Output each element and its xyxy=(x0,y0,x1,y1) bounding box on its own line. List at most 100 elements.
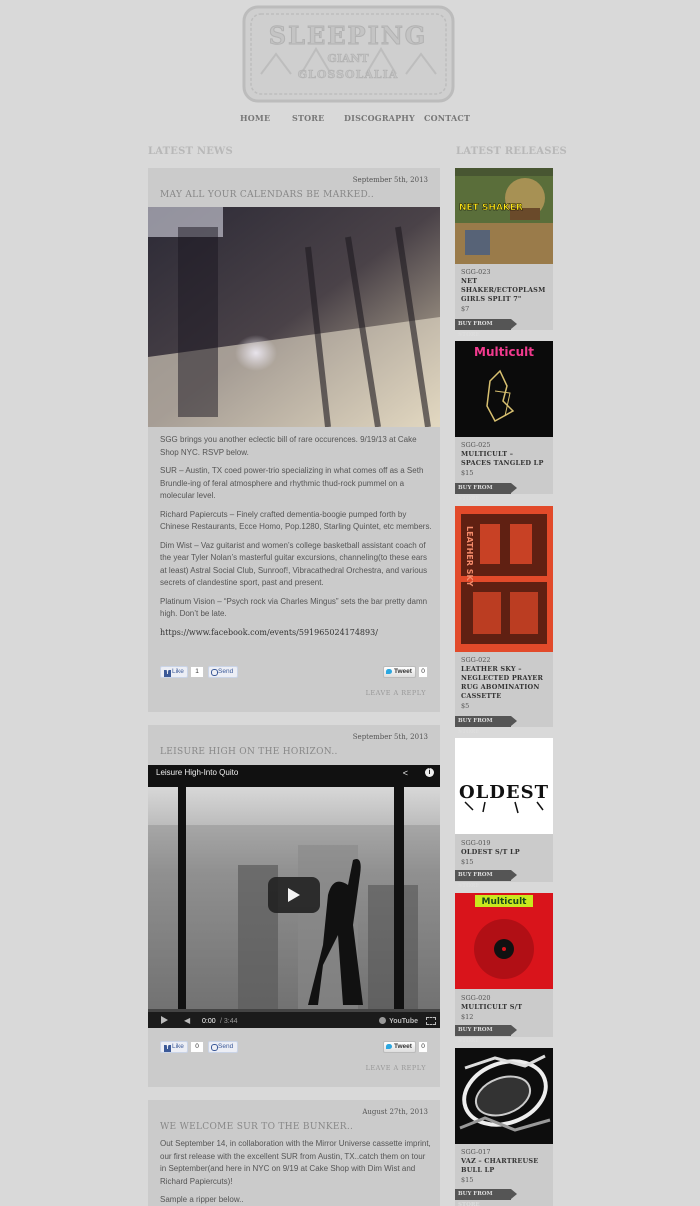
post-date: August 27th, 2013 xyxy=(362,1108,428,1116)
facebook-like-button[interactable]: f Like xyxy=(160,666,188,678)
post-paragraph: Out September 14, in collaboration with … xyxy=(160,1139,431,1186)
buy-from-store-button[interactable]: BUY FROM STORE xyxy=(455,319,517,338)
video-title[interactable]: Leisure High-Into Quito xyxy=(156,768,238,777)
post-image xyxy=(148,207,440,428)
post-paragraph: Richard Papiercuts – Finely crafted deme… xyxy=(160,509,432,532)
video-duration: / 3:44 xyxy=(220,1018,238,1025)
site-logo[interactable]: SLEEPING GIANT GLOSSOLALIA xyxy=(241,4,456,104)
facebook-send-button[interactable]: Send xyxy=(208,1041,238,1053)
release-cover[interactable]: LEATHER SKY xyxy=(455,506,553,652)
buy-from-store-button[interactable]: BUY FROM STORE xyxy=(455,483,517,502)
post-paragraph: Dim Wist – Vaz guitarist and women’s col… xyxy=(160,540,428,588)
release-price: $15 xyxy=(461,858,474,866)
tweet-button[interactable]: Tweet xyxy=(383,1041,416,1053)
release-price: $15 xyxy=(461,469,474,477)
play-control-icon[interactable] xyxy=(161,1016,168,1024)
facebook-like-button[interactable]: f Like xyxy=(160,1041,188,1053)
post-title[interactable]: WE WELCOME SUR TO THE BUNKER.. xyxy=(160,1122,353,1132)
release-catalog: SGG-022 xyxy=(461,656,491,664)
release-price: $15 xyxy=(461,1176,474,1184)
release-card: NET SHAKER SGG-023 NET SHAKER/ECTOPLASM … xyxy=(455,168,553,338)
leave-reply-link[interactable]: LEAVE A REPLY xyxy=(366,1064,426,1072)
twitter-bird-icon xyxy=(386,669,392,674)
share-bar: f Like 1 Send Tweet 0 xyxy=(160,666,428,678)
release-catalog: SGG-025 xyxy=(461,441,491,449)
main-nav: HOME STORE DISCOGRAPHY CONTACT xyxy=(0,113,700,127)
release-card: LEATHER SKY SGG-022 LEATHER SKY – NEGLEC… xyxy=(455,506,553,735)
twitter-bird-icon xyxy=(386,1044,392,1049)
buy-from-store-button[interactable]: BUY FROM STORE xyxy=(455,1189,517,1206)
release-catalog: SGG-019 xyxy=(461,839,491,847)
post-paragraph: SGG brings you another eclectic bill of … xyxy=(160,435,417,457)
release-cover[interactable] xyxy=(455,1048,553,1144)
video-time: 0:00 xyxy=(202,1018,216,1025)
news-post: September 5th, 2013 LEISURE HIGH ON THE … xyxy=(148,725,440,1087)
nav-contact[interactable]: CONTACT xyxy=(424,113,470,123)
release-card: Multicult SGG-020 MULTICULT S/T $12 BUY … xyxy=(455,893,553,1044)
like-count: 1 xyxy=(190,666,204,678)
logo-line3: GLOSSOLALIA xyxy=(298,68,399,81)
cover-text: Multicult xyxy=(482,897,528,907)
post-date: September 5th, 2013 xyxy=(352,176,428,184)
cover-text: OLDEST xyxy=(459,782,549,803)
buy-from-store-button[interactable]: BUY FROM STORE xyxy=(455,870,517,889)
share-icon[interactable]: < xyxy=(403,768,408,778)
logo-line2: GIANT xyxy=(327,52,369,65)
release-catalog: SGG-017 xyxy=(461,1148,491,1156)
cover-text: Multicult xyxy=(474,345,534,359)
video-player[interactable]: Leisure High-Into Quito < i ◀ 0:00 / 3:4… xyxy=(148,765,440,1028)
volume-icon[interactable]: ◀ xyxy=(184,1016,194,1025)
post-paragraph: Sample a ripper below.. xyxy=(160,1195,244,1204)
play-button[interactable] xyxy=(268,877,320,913)
post-paragraph: Platinum Vision – “Psych rock via Charle… xyxy=(160,596,428,619)
facebook-icon: f xyxy=(164,670,171,677)
latest-releases-heading: LATEST RELEASES xyxy=(456,146,567,157)
facebook-icon: f xyxy=(164,1045,171,1052)
release-price: $12 xyxy=(461,1013,474,1021)
release-title[interactable]: OLDEST S/T LP xyxy=(461,848,545,857)
tweet-count: 0 xyxy=(418,666,428,678)
youtube-logo[interactable]: YouTube xyxy=(389,1018,418,1025)
buy-from-store-button[interactable]: BUY FROM STORE xyxy=(455,1025,517,1044)
info-icon[interactable]: i xyxy=(425,768,434,777)
release-cover[interactable]: NET SHAKER xyxy=(455,168,553,264)
tweet-count: 0 xyxy=(418,1041,428,1053)
play-icon xyxy=(288,888,300,902)
buy-from-store-button[interactable]: BUY FROM STORE xyxy=(455,716,517,735)
post-title[interactable]: MAY ALL YOUR CALENDARS BE MARKED.. xyxy=(160,190,374,200)
news-post: September 5th, 2013 MAY ALL YOUR CALENDA… xyxy=(148,168,440,712)
tweet-button[interactable]: Tweet xyxy=(383,666,416,678)
post-title[interactable]: LEISURE HIGH ON THE HORIZON.. xyxy=(160,747,338,757)
settings-icon[interactable] xyxy=(379,1017,386,1024)
post-date: September 5th, 2013 xyxy=(352,733,428,741)
logo-line1: SLEEPING xyxy=(269,21,428,50)
nav-home[interactable]: HOME xyxy=(240,113,270,123)
cover-text: LEATHER SKY xyxy=(465,526,474,587)
news-post: August 27th, 2013 WE WELCOME SUR TO THE … xyxy=(148,1100,440,1206)
release-cover[interactable]: OLDEST xyxy=(455,738,553,834)
leave-reply-link[interactable]: LEAVE A REPLY xyxy=(366,689,426,697)
release-price: $5 xyxy=(461,702,470,710)
facebook-event-link[interactable]: https://www.facebook.com/events/59196502… xyxy=(160,628,378,637)
nav-discography[interactable]: DISCOGRAPHY xyxy=(344,113,415,123)
release-catalog: SGG-020 xyxy=(461,994,491,1002)
release-card: Multicult SGG-025 MULTICULT – SPACES TAN… xyxy=(455,341,553,502)
release-card: OLDEST SGG-019 OLDEST S/T LP $15 BUY FRO… xyxy=(455,738,553,889)
release-title[interactable]: MULTICULT – SPACES TANGLED LP xyxy=(461,450,545,468)
release-cover[interactable]: Multicult xyxy=(455,893,553,989)
release-price: $7 xyxy=(461,305,470,313)
post-paragraph: SUR – Austin, TX coed power-trio special… xyxy=(160,466,424,500)
release-catalog: SGG-023 xyxy=(461,268,491,276)
release-title[interactable]: VAZ – CHARTREUSE BULL LP xyxy=(461,1157,545,1175)
cover-text: NET SHAKER xyxy=(459,203,523,213)
release-cover[interactable]: Multicult xyxy=(455,341,553,437)
release-title[interactable]: LEATHER SKY – NEGLECTED PRAYER RUG ABOMI… xyxy=(461,665,545,701)
release-card: SGG-017 VAZ – CHARTREUSE BULL LP $15 BUY… xyxy=(455,1048,553,1206)
release-title[interactable]: MULTICULT S/T xyxy=(461,1003,545,1012)
like-count: 0 xyxy=(190,1041,204,1053)
nav-store[interactable]: STORE xyxy=(292,113,324,123)
release-title[interactable]: NET SHAKER/ECTOPLASM GIRLS SPLIT 7" xyxy=(461,277,545,304)
facebook-send-button[interactable]: Send xyxy=(208,666,238,678)
latest-news-heading: LATEST NEWS xyxy=(148,146,233,157)
fullscreen-icon[interactable] xyxy=(426,1017,436,1025)
